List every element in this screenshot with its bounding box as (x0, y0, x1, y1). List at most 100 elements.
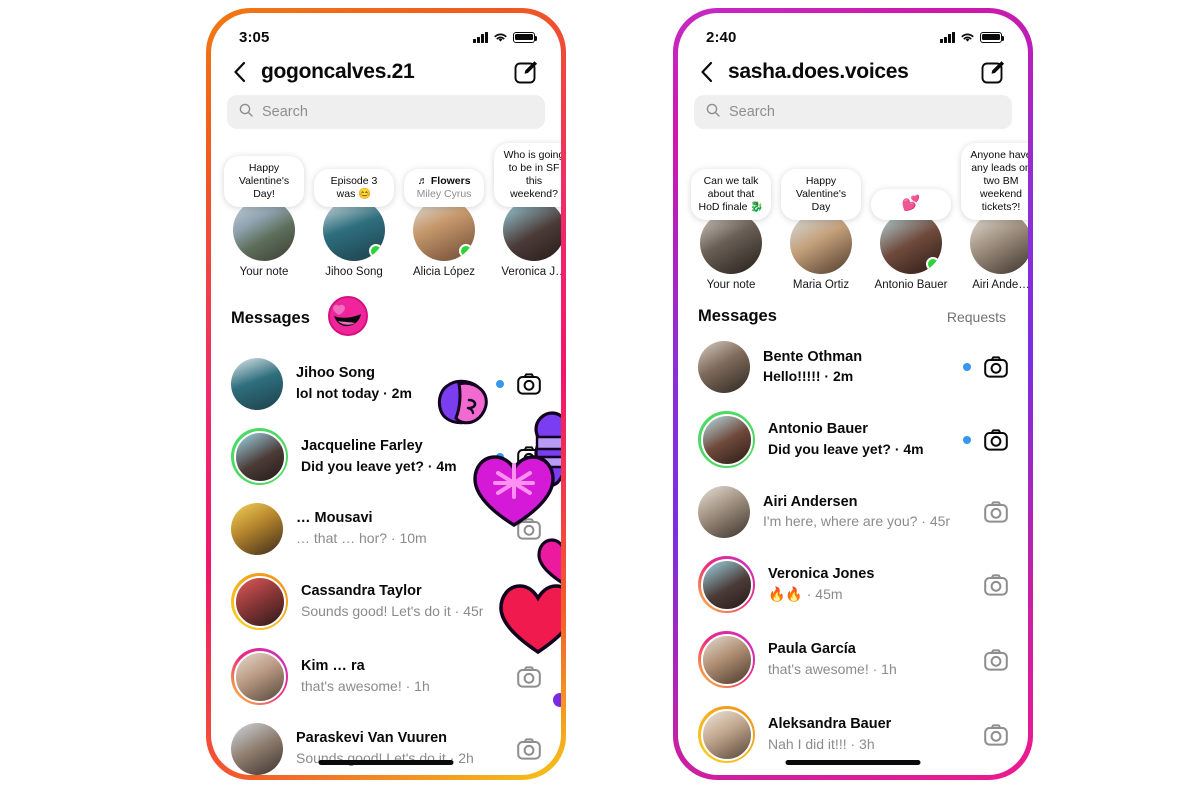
avatar[interactable] (413, 199, 475, 262)
camera-icon[interactable] (984, 723, 1008, 746)
wifi-icon (493, 32, 508, 43)
note-bubble[interactable]: Who is going to be in SF this weekend? (494, 143, 561, 208)
note-item[interactable]: Who is going to be in SF this weekend? V… (494, 143, 561, 278)
note-item[interactable]: Can we talk about that HoD finale 🐉 Your… (691, 169, 771, 291)
story-ring[interactable] (231, 428, 288, 486)
conversation-name: Paula García (768, 641, 856, 657)
story-ring[interactable] (231, 648, 288, 706)
camera-icon[interactable] (984, 428, 1008, 451)
signal-bars-icon (473, 31, 488, 43)
avatar[interactable] (231, 503, 283, 556)
avatar[interactable] (700, 708, 753, 761)
note-text: Anyone have any leads on two BM weekend … (970, 149, 1028, 214)
phone-screen-left: 3:05 gogoncalves.21 Search Happy Valenti… (211, 13, 561, 775)
camera-icon[interactable] (984, 356, 1008, 378)
conversation-row[interactable]: Pablo Morales lmao · 4h (678, 772, 1028, 775)
avatar[interactable] (700, 633, 753, 686)
back-chevron-icon[interactable] (696, 59, 718, 85)
camera-icon[interactable] (984, 501, 1008, 523)
phone-mockup-right: 2:40 sasha.does.voices Search Can we tal… (673, 8, 1033, 780)
note-bubble[interactable]: 💕 (871, 189, 951, 221)
camera-icon[interactable] (517, 373, 541, 395)
camera-icon[interactable] (984, 648, 1008, 671)
avatar[interactable] (233, 430, 286, 483)
unread-dot (496, 380, 504, 389)
conversation-name: Aleksandra Bauer (768, 716, 892, 732)
conversation-row[interactable]: Antonio Bauer Did you leave yet? · 4m (678, 402, 1028, 477)
note-item[interactable]: 💕 Antonio Bauer (871, 189, 951, 291)
story-ring[interactable] (698, 556, 755, 614)
story-ring[interactable] (698, 631, 755, 689)
camera-icon[interactable] (517, 665, 541, 688)
search-input[interactable]: Search (694, 95, 1012, 129)
search-container: Search (211, 95, 561, 139)
camera-icon[interactable] (517, 738, 541, 760)
note-item[interactable]: ♬ Flowers Miley Cyrus Alicia López (404, 169, 484, 278)
nav-bar: gogoncalves.21 (211, 55, 561, 95)
conversation-row[interactable]: Airi Andersen I'm here, where are you? ·… (678, 477, 1028, 547)
camera-icon[interactable] (517, 518, 541, 540)
conversation-row[interactable]: Cassandra Taylor Sounds good! Let's do i… (211, 564, 561, 639)
conversation-row[interactable]: Veronica Jones 🔥🔥 · 45m (678, 547, 1028, 622)
avatar[interactable] (231, 723, 283, 775)
note-text: Happy Valentine's Day (795, 175, 847, 214)
conversation-snippet: Sounds good! Let's do it · 2h (296, 750, 474, 767)
camera-icon[interactable] (517, 445, 541, 468)
conversation-row[interactable]: Jihoo Song lol not today · 2m (211, 349, 561, 419)
search-placeholder: Search (729, 104, 775, 120)
story-ring[interactable] (698, 411, 755, 469)
conversation-meta: Cassandra Taylor Sounds good! Let's do i… (301, 582, 483, 621)
search-input[interactable]: Search (227, 95, 545, 129)
note-bubble[interactable]: Can we talk about that HoD finale 🐉 (691, 169, 771, 221)
note-item[interactable]: Episode 3 was 😊 Jihoo Song (314, 169, 394, 279)
avatar[interactable] (233, 575, 286, 628)
note-bubble[interactable]: Happy Valentine's Day! (224, 156, 304, 208)
note-author: Maria Ortiz (792, 279, 850, 292)
avatar[interactable] (698, 486, 750, 539)
compose-icon[interactable] (980, 59, 1006, 85)
story-ring[interactable] (231, 573, 288, 631)
compose-icon[interactable] (513, 59, 539, 85)
camera-icon[interactable] (984, 573, 1008, 596)
note-item[interactable]: Happy Valentine's Day! Your note (224, 156, 304, 278)
avatar[interactable] (700, 413, 753, 466)
conversation-row[interactable]: Paula García that's awesome! · 1h (678, 622, 1028, 697)
avatar[interactable] (880, 212, 942, 275)
note-bubble[interactable]: Happy Valentine's Day (781, 169, 861, 221)
note-bubble[interactable]: ♬ Flowers Miley Cyrus (404, 169, 484, 208)
status-time: 2:40 (706, 28, 737, 46)
avatar[interactable] (790, 212, 852, 275)
note-text: Happy Valentine's Day! (238, 162, 290, 201)
conversation-meta: Airi Andersen I'm here, where are you? ·… (763, 493, 950, 532)
notes-row[interactable]: Happy Valentine's Day! Your note Episode… (211, 139, 561, 280)
note-item[interactable]: Happy Valentine's Day Maria Ortiz (781, 169, 861, 292)
note-bubble[interactable]: Anyone have any leads on two BM weekend … (961, 143, 1028, 221)
note-author: Jihoo Song (325, 266, 383, 279)
avatar[interactable] (970, 212, 1028, 275)
avatar[interactable] (231, 358, 283, 411)
phone-screen-right: 2:40 sasha.does.voices Search Can we tal… (678, 13, 1028, 775)
avatar[interactable] (700, 212, 762, 275)
conversation-row[interactable]: Jacqueline Farley Did you leave yet? · 4… (211, 419, 561, 494)
notes-row[interactable]: Can we talk about that HoD finale 🐉 Your… (678, 139, 1028, 293)
conversation-row[interactable]: Bente Othman Hello!!!!! · 2m (678, 332, 1028, 402)
requests-link[interactable]: Requests (947, 309, 1006, 325)
conversation-row[interactable]: Kim … ra that's awesome! · 1h (211, 639, 561, 714)
note-item[interactable]: Anyone have any leads on two BM weekend … (961, 143, 1028, 291)
camera-icon[interactable] (517, 590, 541, 613)
avatar[interactable] (233, 199, 295, 262)
avatar[interactable] (233, 650, 286, 703)
conversation-snippet: 🔥🔥 · 45m (768, 585, 843, 602)
avatar[interactable] (698, 341, 750, 394)
avatar[interactable] (323, 199, 385, 262)
conversation-row[interactable]: … Mousavi … that … hor? · 10m (211, 494, 561, 564)
note-artist: Miley Cyrus (416, 188, 472, 201)
avatar[interactable] (503, 199, 561, 262)
status-bar: 3:05 (211, 13, 561, 55)
conversation-row[interactable]: Paraskevi Van Vuuren Sounds good! Let's … (211, 714, 561, 775)
screenshot-stage: 3:05 gogoncalves.21 Search Happy Valenti… (0, 0, 1200, 788)
back-chevron-icon[interactable] (229, 59, 251, 85)
avatar[interactable] (700, 558, 753, 611)
note-bubble[interactable]: Episode 3 was 😊 (314, 169, 394, 208)
story-ring[interactable] (698, 706, 755, 764)
